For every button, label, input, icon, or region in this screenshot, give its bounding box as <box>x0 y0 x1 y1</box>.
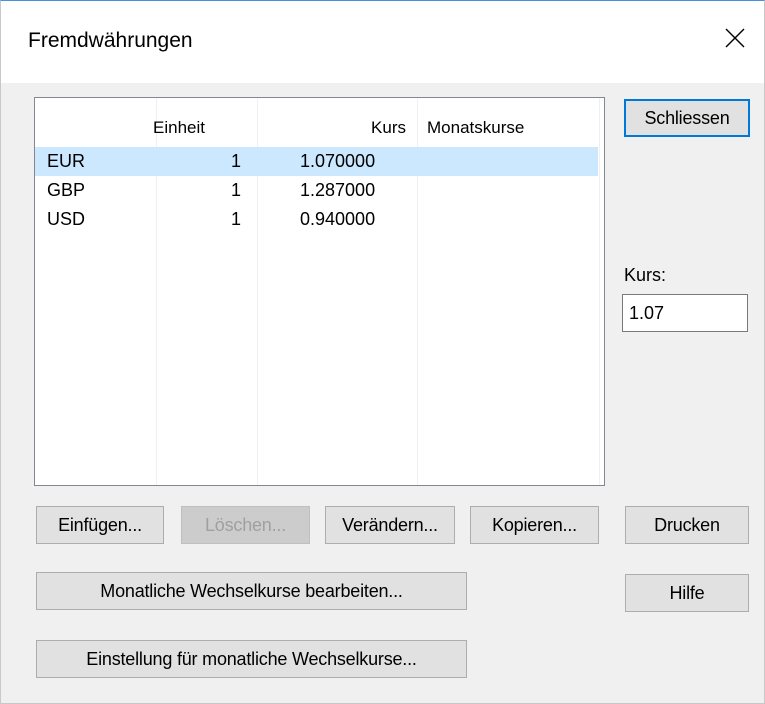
hilfe-button[interactable]: Hilfe <box>625 574 749 612</box>
dialog-window: Fremdwährungen Einheit Kurs Monatskurse … <box>0 0 765 704</box>
close-window-button[interactable] <box>706 9 764 67</box>
currency-list[interactable]: Einheit Kurs Monatskurse EUR 1 1.070000 … <box>34 97 605 486</box>
monthly-rates-settings-button[interactable]: Einstellung für monatliche Wechselkurse.… <box>36 640 467 678</box>
einfuegen-button[interactable]: Einfügen... <box>36 506 164 544</box>
cell-unit: 1 <box>231 209 242 229</box>
table-row[interactable]: USD 1 0.940000 <box>35 205 598 234</box>
column-divider <box>599 98 600 485</box>
cell-code: GBP <box>47 180 86 200</box>
cell-code: USD <box>47 209 86 229</box>
loeschen-button[interactable]: Löschen... <box>181 506 310 544</box>
table-row[interactable]: EUR 1 1.070000 <box>35 147 598 176</box>
close-icon <box>725 28 745 48</box>
cell-rate: 0.940000 <box>300 209 376 229</box>
cell-rate: 1.070000 <box>300 151 376 171</box>
title-bar: Fremdwährungen <box>1 1 764 83</box>
header-monatskurse[interactable]: Monatskurse <box>427 118 524 138</box>
cell-unit: 1 <box>231 180 242 200</box>
kopieren-button[interactable]: Kopieren... <box>470 506 599 544</box>
list-header: Einheit Kurs Monatskurse <box>35 98 604 150</box>
monthly-rates-edit-button[interactable]: Monatliche Wechselkurse bearbeiten... <box>36 572 467 610</box>
schliessen-button[interactable]: Schliessen <box>624 99 750 137</box>
kurs-input[interactable]: 1.07 <box>622 294 748 332</box>
veraendern-button[interactable]: Verändern... <box>325 506 455 544</box>
header-kurs[interactable]: Kurs <box>371 118 406 138</box>
drucken-button[interactable]: Drucken <box>625 506 749 544</box>
cell-unit: 1 <box>231 151 242 171</box>
header-einheit[interactable]: Einheit <box>153 118 205 138</box>
table-row[interactable]: GBP 1 1.287000 <box>35 176 598 205</box>
cell-code: EUR <box>47 151 86 171</box>
cell-rate: 1.287000 <box>300 180 376 200</box>
window-title: Fremdwährungen <box>28 29 193 52</box>
kurs-label: Kurs: <box>624 265 667 285</box>
